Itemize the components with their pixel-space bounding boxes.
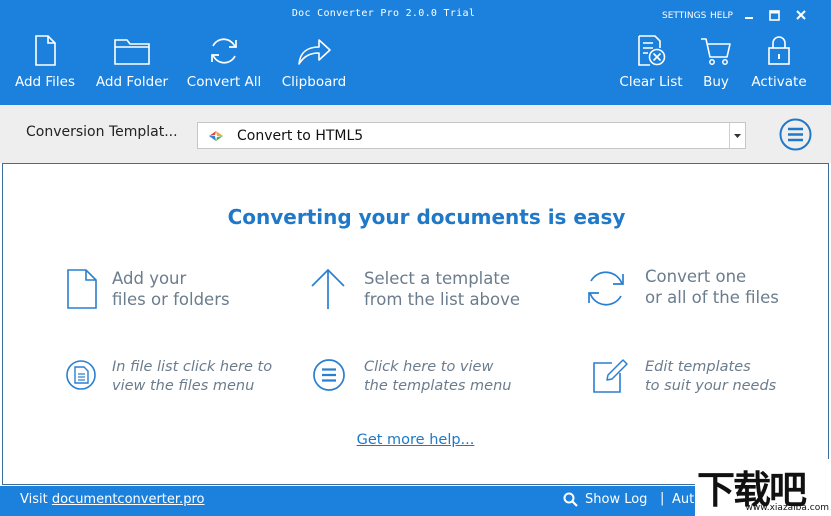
- folder-icon: [114, 39, 150, 65]
- activate-button[interactable]: Activate: [748, 34, 810, 98]
- close-button[interactable]: [790, 5, 812, 25]
- conversion-template-label: Conversion Templat...: [26, 124, 178, 140]
- html5-template-icon: [209, 131, 223, 141]
- welcome-headline: Converting your documents is easy: [227, 205, 626, 229]
- hint-templates-menu-line2: the templates menu: [364, 378, 512, 394]
- search-icon: [563, 492, 578, 507]
- clipboard-label: Clipboard: [281, 74, 347, 90]
- hint-edit-templates: Edit templates to suit your needs: [592, 358, 792, 398]
- hint-select-template-line2: from the list above: [364, 290, 521, 309]
- buy-label: Buy: [703, 74, 729, 90]
- edit-pencil-icon: [593, 359, 628, 393]
- hint-templates-menu[interactable]: Click here to view the templates menu: [312, 358, 532, 398]
- clear-list-icon: [638, 35, 666, 66]
- hint-files-menu-line2: view the files menu: [112, 378, 255, 394]
- toolbar: Add Files Add Folder Convert All Clipboa…: [0, 30, 831, 102]
- templates-menu-icon: [313, 359, 345, 391]
- hint-files-menu-line1: In file list click here to: [112, 359, 273, 375]
- add-folder-button[interactable]: Add Folder: [94, 34, 170, 98]
- convert-all-label: Convert All: [186, 74, 262, 90]
- get-more-help: Get more help...: [0, 429, 831, 448]
- hint-convert-files-line1: Convert one: [645, 267, 747, 286]
- template-bar: Conversion Templat... Convert to HTML5: [0, 105, 831, 163]
- close-icon: [796, 10, 806, 20]
- clear-list-button[interactable]: Clear List: [618, 34, 684, 98]
- title-bar: Doc Converter Pro 2.0.0 Trial SETTINGS H…: [0, 0, 831, 30]
- refresh-icon: [211, 38, 237, 64]
- visit-prefix: Visit: [20, 492, 48, 507]
- get-more-help-link[interactable]: Get more help...: [357, 432, 475, 448]
- hint-edit-templates-line2: to suit your needs: [645, 378, 777, 394]
- convert-refresh-icon: [588, 271, 624, 306]
- activate-label: Activate: [751, 74, 807, 90]
- file-icon: [35, 35, 56, 66]
- window-title: Doc Converter Pro 2.0.0 Trial: [291, 8, 476, 19]
- dropdown-arrow[interactable]: [729, 123, 745, 148]
- show-log-label: Show Log: [585, 492, 648, 507]
- arrow-up-icon: [311, 268, 345, 309]
- template-select[interactable]: Convert to HTML5: [197, 122, 746, 149]
- templates-menu-button[interactable]: [778, 117, 813, 152]
- minimize-icon: [745, 17, 753, 19]
- buy-button[interactable]: Buy: [696, 34, 736, 98]
- files-menu-icon: [66, 360, 96, 390]
- hint-add-files-line2: files or folders: [112, 290, 230, 309]
- add-folder-label: Add Folder: [95, 74, 169, 90]
- add-files-label: Add Files: [14, 74, 76, 90]
- caret-down-icon: [734, 133, 741, 138]
- document-icon: [67, 269, 97, 309]
- help-link-top[interactable]: HELP: [710, 11, 733, 21]
- convert-all-button[interactable]: Convert All: [186, 34, 262, 98]
- watermark-url: www.xiazaiba.com: [745, 503, 829, 513]
- watermark: 下载吧 www.xiazaiba.com: [695, 459, 831, 516]
- website-link[interactable]: documentconverter.pro: [52, 492, 205, 507]
- show-log-button[interactable]: Show Log: [563, 492, 647, 507]
- clear-list-label: Clear List: [619, 74, 683, 90]
- visit-website: Visit documentconverter.pro: [20, 492, 204, 507]
- hamburger-menu-icon: [779, 118, 812, 151]
- share-arrow-icon: [298, 39, 331, 65]
- status-separator: |: [660, 491, 665, 506]
- cart-icon: [701, 38, 731, 65]
- hint-templates-menu-line1: Click here to view: [364, 359, 494, 375]
- hint-select-template-line1: Select a template: [364, 269, 510, 288]
- hint-convert-files: Convert one or all of the files: [585, 266, 785, 312]
- settings-link[interactable]: SETTINGS: [662, 11, 706, 21]
- minimize-button[interactable]: [738, 5, 760, 25]
- hint-edit-templates-line1: Edit templates: [645, 359, 751, 375]
- selected-template: Convert to HTML5: [237, 128, 364, 144]
- maximize-button[interactable]: [763, 5, 785, 25]
- hint-add-files: Add your files or folders: [66, 268, 266, 312]
- hint-convert-files-line2: or all of the files: [645, 288, 779, 307]
- clipboard-button[interactable]: Clipboard: [278, 34, 350, 98]
- add-files-button[interactable]: Add Files: [10, 34, 80, 98]
- hint-select-template: Select a template from the list above: [310, 268, 530, 312]
- maximize-icon: [768, 9, 780, 21]
- hint-add-files-line1: Add your: [112, 269, 187, 288]
- hint-files-menu[interactable]: In file list click here to view the file…: [66, 358, 286, 398]
- lock-icon: [768, 36, 790, 65]
